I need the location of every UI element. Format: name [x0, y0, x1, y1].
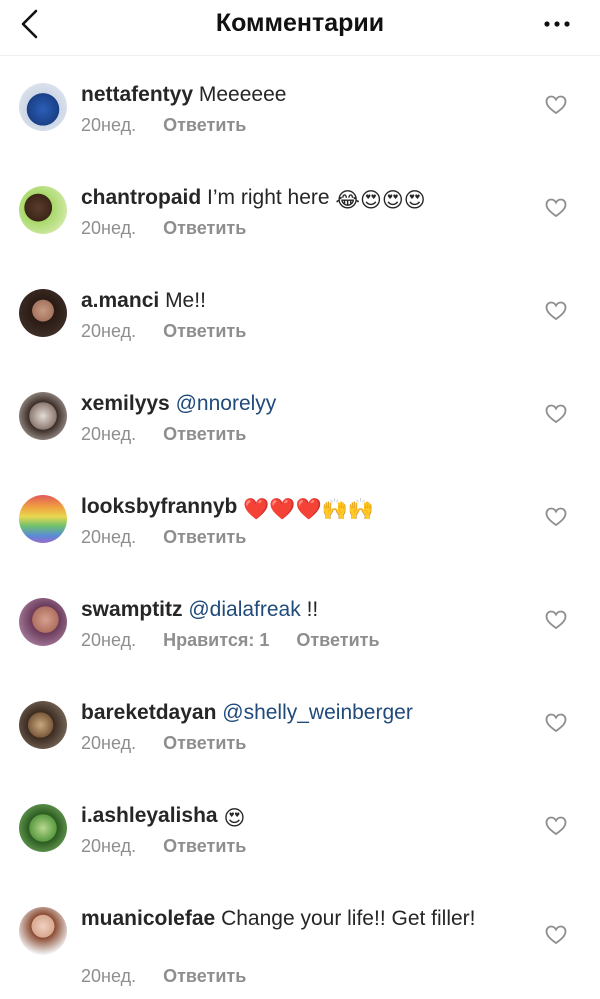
comment-username[interactable]: bareketdayan — [81, 701, 216, 724]
mention-link[interactable]: @dialafreak — [188, 598, 300, 621]
comment-body: Change your life!! Get filler! — [221, 907, 476, 930]
avatar[interactable] — [19, 186, 67, 234]
emoji: ❤️ — [243, 498, 270, 521]
comment-item: bareketdayan @shelly_weinberger 20нед. О… — [0, 701, 600, 801]
emoji: 😂 — [335, 189, 360, 212]
comment-text: i.ashleyalisha 😍 — [81, 802, 551, 832]
heart-icon[interactable] — [545, 404, 567, 424]
reply-button[interactable]: Ответить — [163, 527, 246, 547]
comment-item: swamptitz @dialafreak !! 20нед. Нравится… — [0, 598, 600, 698]
mention-link[interactable]: @shelly_weinberger — [222, 701, 413, 724]
comment-meta: 20нед. Ответить — [81, 424, 268, 445]
comment-time: 20нед. — [81, 630, 137, 650]
comment-time: 20нед. — [81, 966, 137, 986]
comment-meta: 20нед. Нравится: 1 Ответить — [81, 630, 402, 651]
comment-meta: 20нед. Ответить — [81, 733, 268, 754]
reply-button[interactable]: Ответить — [296, 630, 379, 650]
reply-button[interactable]: Ответить — [163, 424, 246, 444]
reply-button[interactable]: Ответить — [163, 218, 246, 238]
reply-button[interactable]: Ответить — [163, 836, 246, 856]
more-options-icon[interactable] — [542, 14, 572, 34]
emoji: 🙌 — [321, 498, 348, 521]
comment-text: xemilyys @nnorelyy — [81, 390, 551, 417]
comment-item: nettafentyy Meeeeee 20нед. Ответить — [0, 83, 600, 183]
comment-meta: 20нед. Ответить — [81, 218, 268, 239]
comment-text: swamptitz @dialafreak !! — [81, 596, 551, 623]
comment-text: bareketdayan @shelly_weinberger — [81, 699, 551, 726]
comment-time: 20нед. — [81, 424, 137, 444]
avatar[interactable] — [19, 289, 67, 337]
avatar[interactable] — [19, 907, 67, 955]
avatar[interactable] — [19, 495, 67, 543]
heart-icon[interactable] — [545, 925, 567, 945]
comment-text: chantropaid I’m right here 😂😍😍😍 — [81, 184, 551, 214]
comment-time: 20нед. — [81, 115, 137, 135]
mention-link[interactable]: @nnorelyy — [176, 392, 277, 415]
heart-icon[interactable] — [545, 95, 567, 115]
comment-username[interactable]: a.manci — [81, 289, 159, 312]
comment-item: xemilyys @nnorelyy 20нед. Ответить — [0, 392, 600, 492]
comment-time: 20нед. — [81, 836, 137, 856]
comment-username[interactable]: xemilyys — [81, 392, 170, 415]
comment-time: 20нед. — [81, 321, 137, 341]
comment-item: a.manci Me!! 20нед. Ответить — [0, 289, 600, 389]
comment-username[interactable]: muanicolefae — [81, 907, 215, 930]
heart-icon[interactable] — [545, 301, 567, 321]
likes-count[interactable]: Нравится: 1 — [163, 630, 269, 650]
reply-button[interactable]: Ответить — [163, 321, 246, 341]
comment-username[interactable]: looksbyfrannyb — [81, 495, 237, 518]
comment-text: muanicolefae Change your life!! Get fill… — [81, 905, 551, 932]
avatar[interactable] — [19, 804, 67, 852]
emoji: 😍 — [359, 189, 382, 212]
comment-username[interactable]: nettafentyy — [81, 83, 193, 106]
heart-icon[interactable] — [545, 198, 567, 218]
comment-text: looksbyfrannyb ❤️❤️❤️🙌🙌 — [81, 493, 551, 523]
comment-meta: 20нед. Ответить — [81, 836, 268, 857]
emoji: 😍 — [223, 807, 246, 830]
reply-button[interactable]: Ответить — [163, 115, 246, 135]
avatar[interactable] — [19, 392, 67, 440]
heart-icon[interactable] — [545, 816, 567, 836]
comment-meta: 20нед. Ответить — [81, 321, 268, 342]
heart-icon[interactable] — [545, 610, 567, 630]
emoji: ❤️ — [269, 498, 296, 521]
comment-item: i.ashleyalisha 😍 20нед. Ответить — [0, 804, 600, 904]
reply-button[interactable]: Ответить — [163, 966, 246, 986]
header: Комментарии — [0, 0, 600, 56]
avatar[interactable] — [19, 701, 67, 749]
comment-meta: 20нед. Ответить — [81, 966, 268, 987]
emoji: 😍 — [381, 189, 404, 212]
heart-icon[interactable] — [545, 507, 567, 527]
comment-item: muanicolefae Change your life!! Get fill… — [0, 907, 600, 999]
comment-text: a.manci Me!! — [81, 287, 551, 314]
emoji: 😍 — [403, 189, 426, 212]
comment-time: 20нед. — [81, 527, 137, 547]
comment-username[interactable]: swamptitz — [81, 598, 183, 621]
comment-body: Me!! — [165, 289, 206, 312]
comment-username[interactable]: chantropaid — [81, 186, 201, 209]
heart-icon[interactable] — [545, 713, 567, 733]
comment-time: 20нед. — [81, 218, 137, 238]
comment-text: nettafentyy Meeeeee — [81, 81, 551, 108]
comment-body: I’m right here — [207, 186, 330, 209]
comment-username[interactable]: i.ashleyalisha — [81, 804, 218, 827]
reply-button[interactable]: Ответить — [163, 733, 246, 753]
avatar[interactable] — [19, 83, 67, 131]
avatar[interactable] — [19, 598, 67, 646]
emoji: ❤️ — [295, 498, 322, 521]
page-title: Комментарии — [215, 9, 385, 37]
comment-body: Meeeeee — [198, 83, 287, 106]
comment-item: chantropaid I’m right here 😂😍😍😍 20нед. О… — [0, 186, 600, 286]
comment-meta: 20нед. Ответить — [81, 527, 268, 548]
comment-meta: 20нед. Ответить — [81, 115, 268, 136]
comment-time: 20нед. — [81, 733, 137, 753]
comment-item: looksbyfrannyb ❤️❤️❤️🙌🙌 20нед. Ответить — [0, 495, 600, 595]
comment-body: !! — [306, 598, 319, 621]
emoji: 🙌 — [347, 498, 374, 521]
